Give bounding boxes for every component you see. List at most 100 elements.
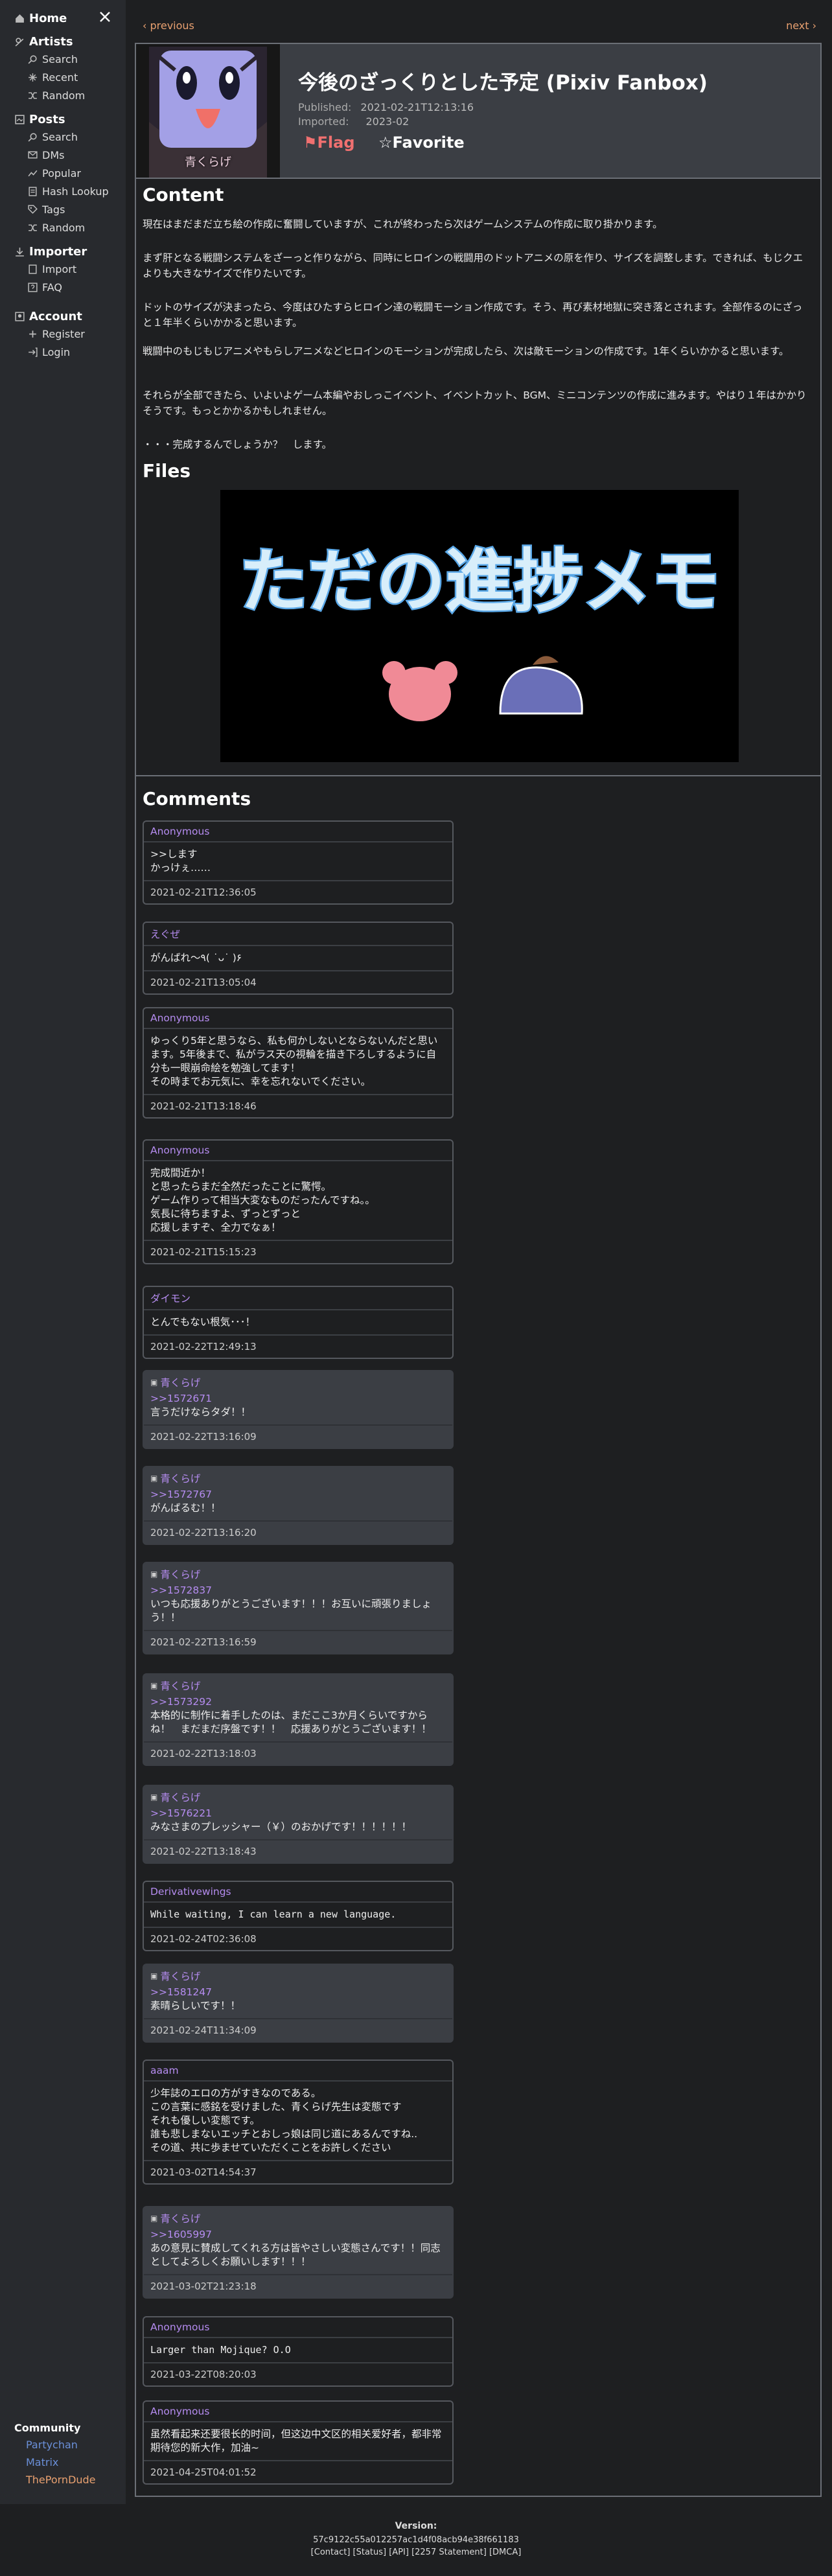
content-paragraph: 戦闘中のもじもじアニメやもらしアニメなどヒロインのモーションが完成したら、次は敵… xyxy=(143,345,789,357)
shuffle-icon xyxy=(29,224,37,231)
comment-author[interactable]: ▣ 青くらげ xyxy=(144,1371,452,1391)
comment-author[interactable]: Derivativewings xyxy=(144,1882,452,1903)
comment-reply-link[interactable]: >>1572837 xyxy=(150,1584,446,1597)
tag-icon xyxy=(28,205,38,214)
artists-icon xyxy=(15,38,24,47)
close-icon[interactable] xyxy=(97,9,113,25)
comment-author[interactable]: えぐぜ xyxy=(144,923,452,946)
comment-date: 2021-02-22T13:18:03 xyxy=(144,1741,452,1765)
comment-date: 2021-02-24T02:36:08 xyxy=(144,1927,452,1950)
post-file-image[interactable]: ただの進捗メモ xyxy=(220,490,739,762)
comment: Derivativewings While waiting, I can lea… xyxy=(143,1881,454,1951)
login-icon xyxy=(29,347,38,357)
version-label: Version: xyxy=(395,2521,437,2531)
comment: Anonymous ゆっくり5年と思うなら、私も何かしないとならないんだと思いま… xyxy=(143,1007,454,1119)
sidebar-item-posts-search[interactable]: Search xyxy=(27,131,78,143)
comment-body: ゆっくり5年と思うなら、私も何かしないとならないんだと思います。5年後まで、私が… xyxy=(150,1035,438,1087)
comment-date: 2021-02-22T13:16:59 xyxy=(144,1630,452,1653)
post-title: 今後のざっくりとした予定 (Pixiv Fanbox) xyxy=(298,71,708,95)
flag-button[interactable]: ⚑Flag xyxy=(303,133,355,152)
creator-comment: ▣ 青くらげ >>1576221 みなさまのプレッシャー（￥）のおかげです！！！！！… xyxy=(143,1785,454,1864)
sidebar-home[interactable]: Home xyxy=(14,12,67,25)
sidebar-item-register[interactable]: Register xyxy=(27,328,85,340)
comment-date: 2021-02-22T13:18:43 xyxy=(144,1839,452,1862)
comment-date: 2021-02-21T13:18:46 xyxy=(144,1094,452,1117)
sidebar-item-artists-random[interactable]: Random xyxy=(27,89,85,102)
comment-author[interactable]: Anonymous xyxy=(144,2402,452,2422)
next-link[interactable]: next › xyxy=(786,19,816,32)
content-paragraph: ドットのサイズが決まったら、今度はひたすらヒロイン達の戦闘モーション作成です。そ… xyxy=(143,301,803,329)
community-link-matrix[interactable]: Matrix xyxy=(26,2456,58,2468)
comment-date: 2021-03-02T21:23:18 xyxy=(144,2274,452,2297)
comment-author[interactable]: ▣ 青くらげ xyxy=(144,1467,452,1487)
previous-link[interactable]: ‹ previous xyxy=(143,19,194,32)
comment-date: 2021-03-02T14:54:37 xyxy=(144,2160,452,2183)
comment-reply-link[interactable]: >>1576221 xyxy=(150,1807,446,1820)
post-header: 青くらげ 今後のざっくりとした予定 (Pixiv Fanbox) Publish… xyxy=(136,44,820,179)
sidebar-home-label: Home xyxy=(29,12,67,25)
comment-author[interactable]: Anonymous xyxy=(144,822,452,842)
sidebar-item-artists-search[interactable]: Search xyxy=(27,53,78,65)
post-panel: 青くらげ 今後のざっくりとした予定 (Pixiv Fanbox) Publish… xyxy=(135,43,822,2497)
comment-date: 2021-02-22T13:16:20 xyxy=(144,1520,452,1544)
sidebar-item-faq[interactable]: FAQ xyxy=(27,281,62,294)
search-icon xyxy=(28,55,37,64)
comment-body: Larger than Mojique? O.O xyxy=(150,2344,291,2356)
community-link-theporndude[interactable]: ThePornDude xyxy=(26,2474,96,2486)
creator-comment: ▣ 青くらげ >>1572767 がんばるむ！！ 2021-02-22T13:16:… xyxy=(143,1466,454,1545)
sidebar-item-artists-recent[interactable]: Recent xyxy=(27,71,78,84)
favorite-button[interactable]: ☆Favorite xyxy=(378,133,465,152)
sidebar-item-label: Login xyxy=(42,346,71,358)
community-link-partychan[interactable]: Partychan xyxy=(26,2439,78,2451)
comment: Anonymous >>します かっけぇ…… 2021-02-21T12:36:… xyxy=(143,820,454,905)
sidebar-item-import[interactable]: Import xyxy=(27,263,76,275)
comment-body: >>します かっけぇ…… xyxy=(150,848,211,874)
sidebar-item-label: DMs xyxy=(42,149,65,161)
comment-reply-link[interactable]: >>1573292 xyxy=(150,1695,446,1709)
sidebar-item-posts-popular[interactable]: Popular xyxy=(27,167,81,180)
comment-author[interactable]: ▣ 青くらげ xyxy=(144,1563,452,1583)
comment-reply-link[interactable]: >>1581247 xyxy=(150,1986,446,1999)
comment-author[interactable]: Anonymous xyxy=(144,1141,452,1161)
content-paragraph: ・・・完成するんでしょうか？ します。 xyxy=(143,439,332,450)
comment-author[interactable]: Anonymous xyxy=(144,1008,452,1029)
comment-text: みなさまのプレッシャー（￥）のおかげです！！！！！！ xyxy=(150,1821,412,1833)
comment-reply-link[interactable]: >>1605997 xyxy=(150,2228,446,2242)
artist-avatar[interactable]: 青くらげ xyxy=(136,44,280,178)
comment: aaam 少年誌のエロの方がすきなのである。 この言葉に感銘を受けました、青くら… xyxy=(143,2060,454,2185)
sidebar-item-posts-dms[interactable]: DMs xyxy=(27,149,64,161)
sidebar-item-label: Search xyxy=(42,131,78,143)
comment-author[interactable]: aaam xyxy=(144,2061,452,2082)
comment-text: がんばるむ！！ xyxy=(150,1502,221,1514)
sidebar-section-label: Account xyxy=(29,310,82,323)
comment-author[interactable]: ▣ 青くらげ xyxy=(144,2207,452,2227)
comment-author[interactable]: ▣ 青くらげ xyxy=(144,1675,452,1694)
comment-text: 本格的に制作に着手したのは、まだここ3か月くらいですからね！ まだまだ序盤です！… xyxy=(150,1710,432,1735)
creator-badge-icon: ▣ xyxy=(150,1570,158,1579)
footer-links[interactable]: [Contact] [Status] [API] [2257 Statement… xyxy=(0,2547,832,2557)
sidebar-item-posts-tags[interactable]: Tags xyxy=(27,203,65,216)
home-icon xyxy=(16,14,24,23)
comment-author[interactable]: ▣ 青くらげ xyxy=(144,1965,452,1984)
sidebar-item-posts-hash-lookup[interactable]: Hash Lookup xyxy=(27,185,109,198)
comment-body: 虽然看起来还要很长的时间，但这边中文区的相关爱好者，都非常期待您的新大作，加油~ xyxy=(150,2428,442,2454)
comment-author-name: 青くらげ xyxy=(160,1569,201,1581)
sidebar-item-login[interactable]: Login xyxy=(27,346,70,358)
creator-badge-icon: ▣ xyxy=(150,2214,158,2223)
content-paragraph: 現在はまだまだ立ち絵の作成に奮闘していますが、これが終わったら次はゲームシステム… xyxy=(143,218,663,230)
comment-reply-link[interactable]: >>1572767 xyxy=(150,1488,446,1502)
sidebar-item-label: Random xyxy=(42,222,86,234)
comment-author[interactable]: ダイモン xyxy=(144,1287,452,1310)
sidebar-item-posts-random[interactable]: Random xyxy=(27,222,85,234)
comment-date: 2021-02-24T11:34:09 xyxy=(144,2018,452,2041)
file-image-text: ただの進捗メモ xyxy=(239,542,720,621)
comment-date: 2021-02-21T13:05:04 xyxy=(144,970,452,993)
comment-author[interactable]: ▣ 青くらげ xyxy=(144,1786,452,1805)
sidebar-section-label: Posts xyxy=(29,113,65,126)
comment-reply-link[interactable]: >>1572671 xyxy=(150,1392,446,1406)
comment-author[interactable]: Anonymous xyxy=(144,2317,452,2338)
published-row: Published: 2021-02-21T12:13:16 xyxy=(298,101,474,113)
comment-body: >>1572671 言うだけならタダ！！ xyxy=(144,1391,452,1424)
comment-date: 2021-02-22T12:49:13 xyxy=(144,1334,452,1358)
community-title: Community xyxy=(14,2422,81,2434)
